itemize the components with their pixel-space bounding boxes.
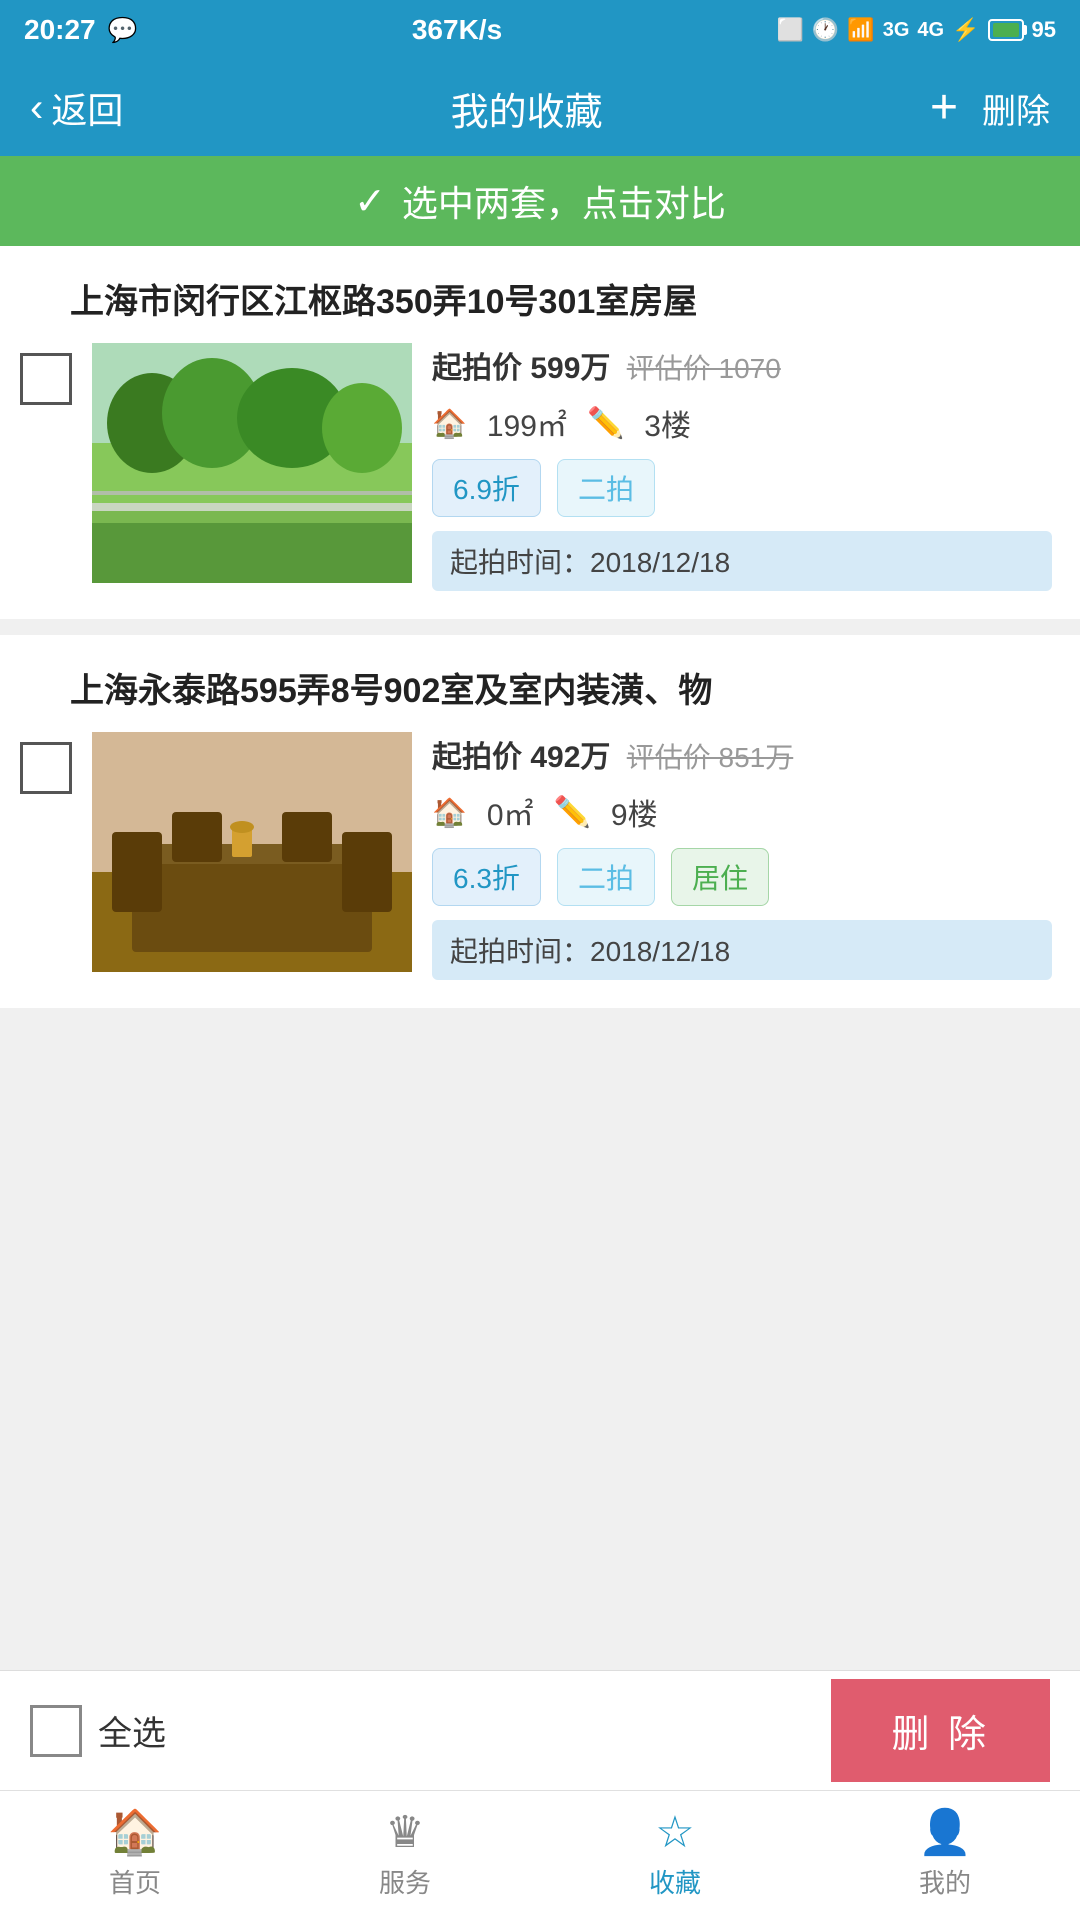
lightning-icon: ⚡ bbox=[952, 17, 979, 43]
star-icon: ☆ bbox=[655, 1811, 694, 1855]
back-button[interactable]: ‹ 返回 bbox=[30, 82, 123, 134]
pencil-icon-2: ✏️ bbox=[554, 795, 591, 830]
back-chevron-icon: ‹ bbox=[30, 86, 43, 131]
status-left: 20:27 💬 bbox=[24, 14, 138, 46]
detail-row-1: 🏠 199㎡ ✏️ 3楼 bbox=[432, 401, 1052, 445]
property-image-1 bbox=[92, 343, 412, 583]
battery-icon bbox=[988, 19, 1024, 41]
checkbox-area-2 bbox=[20, 732, 72, 794]
nav-delete-button[interactable]: 删除 bbox=[982, 84, 1050, 133]
action-bar: 全选 删 除 bbox=[0, 1670, 1080, 1790]
battery-level: 95 bbox=[1032, 17, 1056, 43]
checkbox-area-1 bbox=[20, 343, 72, 405]
select-all-label: 全选 bbox=[98, 1706, 166, 1755]
area-icon-1: 🏠 bbox=[432, 407, 467, 440]
nav-bar: ‹ 返回 我的收藏 + 删除 bbox=[0, 60, 1080, 156]
tab-home[interactable]: 🏠 首页 bbox=[0, 1791, 270, 1920]
page-title: 我的收藏 bbox=[451, 81, 603, 136]
compare-label: 选中两套，点击对比 bbox=[402, 175, 726, 227]
status-right: ⬜ 🕐 📶 3G 4G ⚡ 95 bbox=[777, 17, 1056, 43]
status-center: 367K/s bbox=[412, 14, 502, 46]
price-row-1: 起拍价 599万 评估价 1070 bbox=[432, 343, 1052, 387]
copy-icon: ⬜ bbox=[777, 17, 804, 43]
home-icon: 🏠 bbox=[108, 1811, 163, 1855]
card-body-1: 起拍价 599万 评估价 1070 🏠 199㎡ ✏️ 3楼 6.9折 二拍 起… bbox=[20, 343, 1052, 591]
start-time-label-1: 起拍时间：2018/12/18 bbox=[450, 547, 730, 578]
select-checkbox-1[interactable] bbox=[20, 353, 72, 405]
tab-mine[interactable]: 👤 我的 bbox=[810, 1791, 1080, 1920]
pencil-icon-1: ✏️ bbox=[587, 406, 624, 441]
add-button[interactable]: + bbox=[930, 84, 958, 132]
time-display: 20:27 bbox=[24, 14, 96, 46]
tab-bar: 🏠 首页 ♛ 服务 ☆ 收藏 👤 我的 bbox=[0, 1790, 1080, 1920]
tags-row-1: 6.9折 二拍 bbox=[432, 459, 1052, 517]
tab-favorites[interactable]: ☆ 收藏 bbox=[540, 1791, 810, 1920]
time-bar-2: 起拍时间：2018/12/18 bbox=[432, 920, 1052, 980]
select-all-checkbox[interactable] bbox=[30, 1705, 82, 1757]
nav-actions: + 删除 bbox=[930, 84, 1050, 133]
network-speed: 367K/s bbox=[412, 14, 502, 45]
delete-button[interactable]: 删 除 bbox=[831, 1679, 1050, 1782]
property-card-1: 上海市闵行区江枢路350弄10号301室房屋 bbox=[0, 246, 1080, 619]
messenger-icon: 💬 bbox=[108, 16, 138, 45]
tags-row-2: 6.3折 二拍 居住 bbox=[432, 848, 1052, 906]
property-image-2 bbox=[92, 732, 412, 972]
content-area: 上海市闵行区江枢路350弄10号301室房屋 bbox=[0, 246, 1080, 1670]
property-title-1: 上海市闵行区江枢路350弄10号301室房屋 bbox=[20, 274, 1052, 323]
tab-home-label: 首页 bbox=[109, 1863, 161, 1900]
tag-type-2: 居住 bbox=[671, 848, 769, 906]
tag-auction-2: 二拍 bbox=[557, 848, 655, 906]
select-checkbox-2[interactable] bbox=[20, 742, 72, 794]
wifi-icon: 📶 bbox=[847, 17, 874, 43]
start-time-label-2: 起拍时间：2018/12/18 bbox=[450, 936, 730, 967]
price-row-2: 起拍价 492万 评估价 851万 bbox=[432, 732, 1052, 776]
area-value-2: 0㎡ bbox=[487, 790, 534, 834]
card-info-1: 起拍价 599万 评估价 1070 🏠 199㎡ ✏️ 3楼 6.9折 二拍 起… bbox=[432, 343, 1052, 591]
select-all-area[interactable]: 全选 bbox=[30, 1705, 166, 1757]
est-price-2: 评估价 851万 bbox=[627, 742, 794, 773]
back-label: 返回 bbox=[51, 82, 123, 134]
signal-4g-icon: 4G bbox=[917, 19, 944, 42]
property-card-2: 上海永泰路595弄8号902室及室内装潢、物 bbox=[0, 635, 1080, 1008]
tab-service[interactable]: ♛ 服务 bbox=[270, 1791, 540, 1920]
detail-row-2: 🏠 0㎡ ✏️ 9楼 bbox=[432, 790, 1052, 834]
card-body-2: 起拍价 492万 评估价 851万 🏠 0㎡ ✏️ 9楼 6.3折 二拍 居住 … bbox=[20, 732, 1052, 980]
clock-icon: 🕐 bbox=[812, 17, 839, 43]
tag-discount-1: 6.9折 bbox=[432, 459, 541, 517]
floor-value-2: 9楼 bbox=[611, 790, 658, 834]
time-bar-1: 起拍时间：2018/12/18 bbox=[432, 531, 1052, 591]
tab-mine-label: 我的 bbox=[919, 1863, 971, 1900]
est-price-1: 评估价 1070 bbox=[627, 353, 781, 384]
tag-auction-1: 二拍 bbox=[557, 459, 655, 517]
start-price-1: 起拍价 599万 bbox=[432, 352, 610, 385]
tab-favorites-label: 收藏 bbox=[649, 1863, 701, 1900]
floor-value-1: 3楼 bbox=[644, 401, 691, 445]
card-info-2: 起拍价 492万 评估价 851万 🏠 0㎡ ✏️ 9楼 6.3折 二拍 居住 … bbox=[432, 732, 1052, 980]
compare-check-icon: ✓ bbox=[354, 179, 386, 224]
compare-bar[interactable]: ✓ 选中两套，点击对比 bbox=[0, 156, 1080, 246]
area-value-1: 199㎡ bbox=[487, 401, 567, 445]
crown-icon: ♛ bbox=[385, 1811, 424, 1855]
tag-discount-2: 6.3折 bbox=[432, 848, 541, 906]
person-icon: 👤 bbox=[918, 1811, 973, 1855]
status-bar: 20:27 💬 367K/s ⬜ 🕐 📶 3G 4G ⚡ 95 bbox=[0, 0, 1080, 60]
signal-3g-icon: 3G bbox=[883, 19, 910, 42]
property-title-2: 上海永泰路595弄8号902室及室内装潢、物 bbox=[20, 663, 1052, 712]
start-price-2: 起拍价 492万 bbox=[432, 741, 610, 774]
tab-service-label: 服务 bbox=[379, 1863, 431, 1900]
area-icon-2: 🏠 bbox=[432, 796, 467, 829]
bottom-spacer bbox=[0, 1024, 1080, 1324]
